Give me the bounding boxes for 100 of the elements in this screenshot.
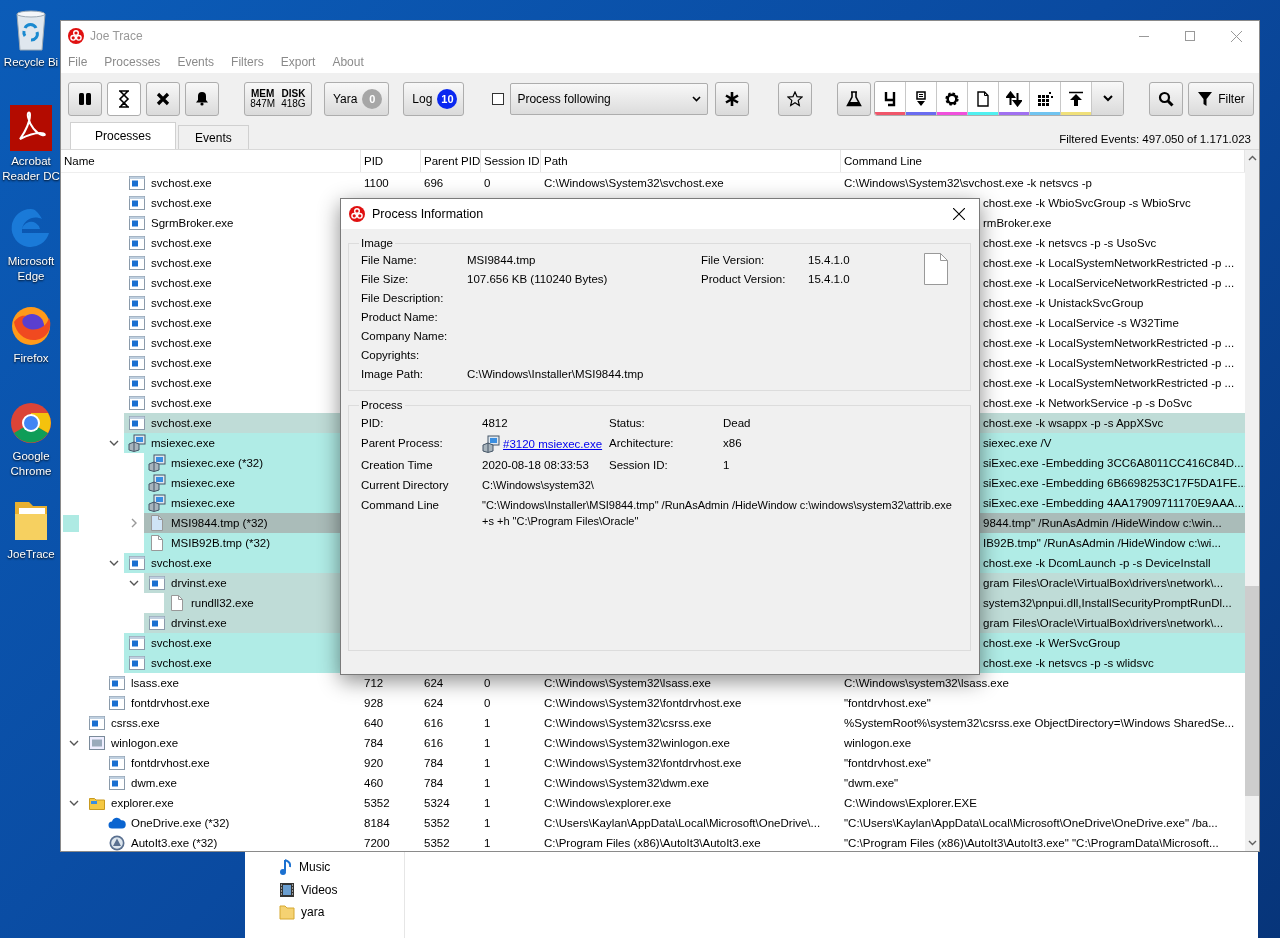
process-name: msiexec.exe — [171, 497, 235, 509]
process-name: svchost.exe — [151, 337, 212, 349]
table-cell: "fontdrvhost.exe" — [844, 757, 931, 769]
field-label: Image Path: — [361, 367, 424, 382]
field-label: Status: — [609, 416, 646, 431]
table-cell: chost.exe -k wsappx -p -s AppXSvc — [983, 417, 1164, 429]
field-label: Current Directory — [361, 478, 450, 493]
process-name: drvinst.exe — [171, 577, 227, 589]
table-cell-text: 460 — [363, 777, 385, 789]
dialog-title: Process Information — [372, 207, 484, 221]
group-title: Process — [360, 399, 404, 411]
table-cell: chost.exe -k NetworkService -p -s DoSvc — [983, 397, 1192, 409]
process-name: lsass.exe — [131, 677, 179, 689]
table-cell-text: 0 — [483, 677, 492, 689]
process-name: AutoIt3.exe (*32) — [131, 837, 218, 849]
field-label: File Description: — [361, 291, 445, 306]
table-cell: "C:\Program Files (x86)\AutoIt3\AutoIt3.exe" "C:\ProgramData\Microsoft... — [844, 837, 1219, 849]
table-cell-text: 624 — [423, 677, 445, 689]
process-name: MSIB92B.tmp (*32) — [171, 537, 271, 549]
process-name: svchost.exe — [151, 557, 212, 569]
process-name: msiexec.exe (*32) — [171, 457, 264, 469]
table-cell: gram Files\Oracle\VirtualBox\drivers\network\... — [983, 577, 1224, 589]
table-cell-text: 7200 — [363, 837, 391, 849]
table-cell-text: C:\Program Files (x86)\AutoIt3\AutoIt3.exe — [543, 837, 762, 849]
table-cell-text: C:\Windows\System32\csrss.exe — [543, 717, 713, 729]
field-value: 15.4.1.0 — [808, 253, 851, 268]
field-label: File Name: — [361, 253, 418, 268]
table-cell: chost.exe -k WerSvcGroup — [983, 637, 1121, 649]
process-name: explorer.exe — [111, 797, 174, 809]
process-name: svchost.exe — [151, 297, 212, 309]
field-label: Copyrights: — [361, 348, 421, 363]
table-cell: chost.exe -k LocalSystemNetworkRestricted -p ... — [983, 337, 1235, 349]
field-value: 4812 — [482, 416, 509, 431]
process-name: rundll32.exe — [191, 597, 254, 609]
table-cell-text: 616 — [423, 717, 445, 729]
process-name: svchost.exe — [151, 637, 212, 649]
process-name: svchost.exe — [151, 317, 212, 329]
table-cell: "fontdrvhost.exe" — [844, 697, 931, 709]
table-cell: IB92B.tmp" /RunAsAdmin /HideWindow c:\wi... — [983, 537, 1221, 549]
table-cell-text: 1 — [483, 837, 492, 849]
table-cell: siExec.exe -Embedding 4AA17909711170E9AAA... — [983, 497, 1245, 509]
table-cell-text: 784 — [363, 737, 385, 749]
field-label: File Size: — [361, 272, 410, 287]
table-cell-text: 624 — [423, 697, 445, 709]
window-title: Joe Trace — [90, 29, 143, 43]
field-label: Company Name: — [361, 329, 449, 344]
process-name: csrss.exe — [111, 717, 160, 729]
table-cell: chost.exe -k LocalSystemNetworkRestricted -p ... — [983, 377, 1235, 389]
field-value: 1 — [723, 458, 731, 473]
field-label: File Version: — [701, 253, 766, 268]
table-cell-text: 5352 — [423, 837, 451, 849]
table-cell: chost.exe -k LocalService -s W32Time — [983, 317, 1179, 329]
process-name: OneDrive.exe (*32) — [131, 817, 230, 829]
table-cell-text: C:\Windows\System32\winlogon.exe — [543, 737, 731, 749]
table-cell-text: 784 — [423, 757, 445, 769]
table-cell: C:\Windows\System32\svchost.exe -k netsvcs -p — [844, 177, 1092, 189]
table-cell-text: 0 — [483, 697, 492, 709]
process-name: msiexec.exe — [171, 477, 235, 489]
table-cell: chost.exe -k netsvcs -p -s UsoSvc — [983, 237, 1157, 249]
table-cell-text: 920 — [363, 757, 385, 769]
table-cell: "C:\Users\Kaylan\AppData\Local\Microsoft\OneDrive\OneDrive.exe" /ba... — [844, 817, 1218, 829]
table-cell: siExec.exe -Embedding 3CC6A8011CC416C84D... — [983, 457, 1244, 469]
table-cell-text: C:\Users\Kaylan\AppData\Local\Microsoft\OneDrive\... — [543, 817, 822, 829]
process-name: svchost.exe — [151, 657, 212, 669]
table-cell-text: 1 — [483, 797, 492, 809]
process-name: svchost.exe — [151, 417, 212, 429]
table-cell-text: 5352 — [423, 817, 451, 829]
field-label: Session ID: — [609, 458, 669, 473]
table-cell-text: 1 — [483, 777, 492, 789]
process-name: drvinst.exe — [171, 617, 227, 629]
process-name: msiexec.exe — [151, 437, 215, 449]
table-cell-text: 0 — [483, 177, 492, 189]
field-label: PID: — [361, 416, 385, 431]
table-cell: C:\Windows\system32\lsass.exe — [844, 677, 1009, 689]
table-cell: chost.exe -k DcomLaunch -p -s DeviceInstall — [983, 557, 1211, 569]
icon-label: Google Chrome — [9, 449, 53, 479]
table-cell: chost.exe -k LocalServiceNetworkRestricted -p ... — [983, 277, 1235, 289]
table-cell-text: 712 — [363, 677, 385, 689]
count-badge: 0 — [362, 88, 383, 109]
table-cell: siExec.exe -Embedding 6B6698253C17F5DA1FE... — [983, 477, 1247, 489]
table-cell-text: C:\Windows\explorer.exe — [543, 797, 673, 809]
table-cell: chost.exe -k WbioSvcGroup -s WbioSrvc — [983, 197, 1191, 209]
table-cell-text: C:\Windows\System32\svchost.exe — [543, 177, 725, 189]
count-badge: 10 — [437, 88, 458, 109]
table-cell-text: 928 — [363, 697, 385, 709]
process-name: svchost.exe — [151, 177, 212, 189]
field-value: MSI9844.tmp — [467, 253, 537, 268]
table-cell-text: 1 — [483, 717, 492, 729]
icon-label: Recycle Bi — [2, 55, 60, 70]
table-cell-text: 5324 — [423, 797, 451, 809]
field-value: C:\Windows\system32\ — [482, 478, 595, 493]
field-value: C:\Windows\Installer\MSI9844.tmp — [467, 367, 645, 382]
table-cell: siexec.exe /V — [983, 437, 1052, 449]
field-value: 15.4.1.0 — [808, 272, 851, 287]
field-label: Product Version: — [701, 272, 787, 287]
table-cell: chost.exe -k LocalSystemNetworkRestricted -p ... — [983, 357, 1235, 369]
table-cell-text: 640 — [363, 717, 385, 729]
process-name: fontdrvhost.exe — [131, 757, 210, 769]
icon-label: Firefox — [12, 351, 50, 366]
process-name: svchost.exe — [151, 257, 212, 269]
